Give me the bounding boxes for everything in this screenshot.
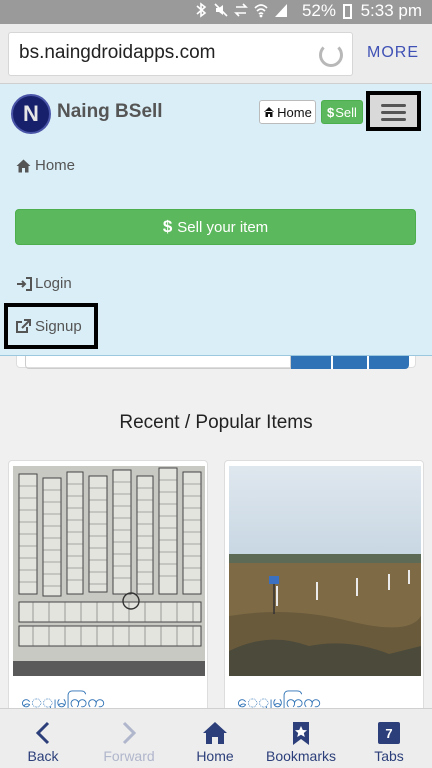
chevron-left-icon [35, 721, 50, 745]
url-text[interactable]: bs.naingdroidapps.com [19, 42, 215, 64]
status-icons [194, 2, 288, 18]
browser-url-bar: bs.naingdroidapps.com MORE [0, 24, 432, 84]
reload-icon[interactable] [319, 43, 343, 67]
menu-item-signup-label: Signup [35, 317, 82, 335]
status-bar: 52% 5:33 pm [0, 0, 432, 24]
sell-button[interactable]: $ Sell [321, 100, 363, 124]
back-button[interactable]: Back [0, 709, 86, 768]
menu-item-login-label: Login [35, 275, 72, 292]
section-title: Recent / Popular Items [119, 412, 313, 433]
item-image-plot-map[interactable] [13, 466, 205, 676]
external-link-icon [16, 319, 31, 333]
brand-logo[interactable]: N [11, 94, 51, 134]
tabs-icon: 7 [346, 720, 432, 746]
logo-letter: N [23, 101, 39, 126]
dollar-icon: $ [162, 217, 173, 236]
home-icon [203, 722, 227, 744]
url-field[interactable]: bs.naingdroidapps.com [8, 32, 353, 76]
menu-item-signup[interactable]: Signup [4, 303, 98, 349]
signal-icon [275, 4, 287, 17]
item-title[interactable]: ေျမကြက္ [21, 689, 105, 708]
sell-button-label: Sell [335, 104, 357, 120]
tabs-button[interactable]: 7 Tabs [346, 709, 432, 768]
item-image-land[interactable] [229, 466, 421, 676]
menu-item-home-label: Home [35, 157, 76, 174]
wifi-icon [254, 4, 268, 18]
home-nav-button[interactable]: Home [172, 709, 258, 768]
dollar-icon: $ [327, 104, 335, 120]
home-nav-label: Home [196, 748, 234, 764]
more-button[interactable]: MORE [367, 44, 419, 62]
mute-icon [214, 3, 228, 17]
bookmark-star-icon [293, 722, 309, 745]
web-page: Recent / Popular Items ေျမကြက္ ေျမကြက္ N… [0, 84, 432, 708]
battery-percent: 52% [301, 1, 336, 20]
battery-icon [343, 4, 352, 19]
sell-your-item-label: Sell your item [177, 218, 269, 236]
clock: 5:33 pm [360, 1, 422, 20]
back-label: Back [27, 748, 59, 764]
data-transfer-icon [234, 3, 248, 17]
tab-count: 7 [385, 726, 393, 741]
bookmarks-label: Bookmarks [265, 748, 337, 764]
tabs-label: Tabs [374, 748, 404, 764]
home-button-label: Home [277, 104, 312, 120]
home-button[interactable]: Home [259, 100, 316, 124]
navbar-expanded: N Naing BSell Home $ Sell Home $ Sell yo… [0, 84, 432, 356]
forward-button[interactable]: Forward [86, 709, 172, 768]
menu-toggle-button[interactable] [366, 91, 421, 131]
home-icon [264, 107, 275, 117]
home-icon [16, 159, 31, 172]
menu-item-login[interactable]: Login [16, 275, 72, 292]
browser-toolbar: Back Forward Home Bookmarks 7 Tabs [0, 708, 432, 768]
item-title[interactable]: ေျမကြက္ [237, 689, 321, 708]
forward-label: Forward [103, 748, 155, 764]
bluetooth-icon [196, 2, 207, 18]
bookmarks-button[interactable]: Bookmarks [258, 709, 344, 768]
chevron-right-icon [122, 721, 137, 745]
item-card[interactable]: ေျမကြက္ [8, 460, 208, 708]
menu-item-home[interactable]: Home [16, 157, 75, 174]
brand-name[interactable]: Naing BSell [57, 101, 163, 123]
item-card[interactable]: ေျမကြက္ [224, 460, 424, 708]
login-icon [17, 276, 32, 291]
hamburger-icon [381, 104, 406, 107]
sell-your-item-button[interactable]: $ Sell your item [15, 209, 416, 245]
